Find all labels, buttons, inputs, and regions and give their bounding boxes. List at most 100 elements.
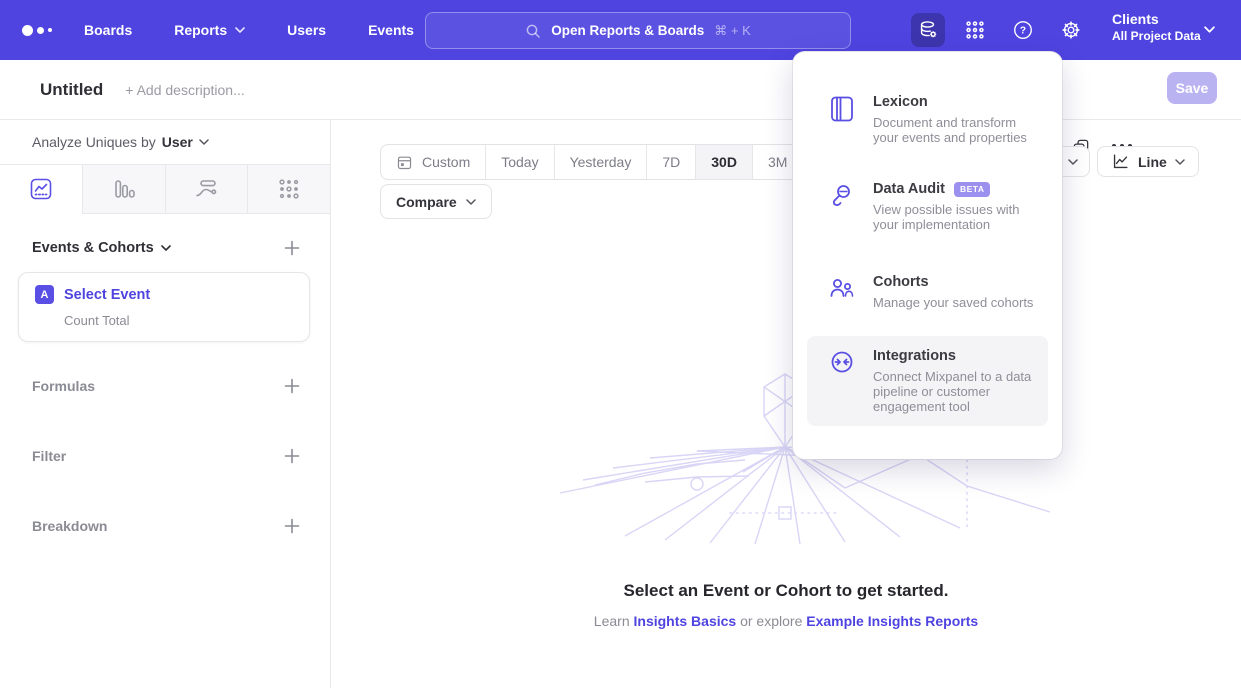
menu-item-lexicon[interactable]: Lexicon Document and transform your even… — [807, 82, 1048, 157]
chevron-down-icon — [466, 199, 476, 205]
plus-icon — [284, 518, 300, 534]
integrations-description: Connect Mixpanel to a data pipeline or c… — [873, 369, 1034, 414]
range-7d[interactable]: 7D — [646, 145, 695, 179]
data-audit-icon — [829, 182, 855, 208]
top-nav: Boards Reports Users Events Open Reports… — [0, 0, 1241, 60]
nav-item-boards[interactable]: Boards — [84, 22, 132, 38]
nav-item-reports-label: Reports — [174, 22, 227, 38]
lexicon-description: Document and transform your events and p… — [873, 115, 1034, 145]
formulas-label: Formulas — [32, 378, 95, 394]
flow-chart-icon — [194, 177, 218, 201]
formulas-section: Formulas — [0, 378, 330, 394]
cohorts-title: Cohorts — [873, 274, 929, 290]
chevron-down-icon — [235, 27, 245, 33]
data-management-menu: Lexicon Document and transform your even… — [793, 52, 1062, 459]
search-placeholder: Open Reports & Boards — [551, 23, 704, 38]
analyze-value: User — [162, 134, 193, 150]
events-cohorts-title: Events & Cohorts — [32, 240, 154, 256]
nav-items: Boards Reports Users Events — [84, 22, 414, 38]
insights-basics-link[interactable]: Insights Basics — [634, 613, 737, 629]
event-card[interactable]: A Select Event Count Total — [18, 272, 310, 342]
cohorts-people-icon — [829, 275, 855, 301]
integrations-sync-icon — [829, 349, 855, 375]
learn-prefix: Learn — [594, 613, 630, 629]
compare-dropdown[interactable]: Compare — [380, 184, 492, 219]
menu-item-integrations[interactable]: Integrations Connect Mixpanel to a data … — [807, 336, 1048, 426]
chevron-down-icon — [1204, 26, 1215, 33]
beta-badge: BETA — [954, 182, 991, 197]
line-chart-icon — [1111, 152, 1130, 171]
empty-state-links: Learn Insights Basics or explore Example… — [331, 613, 1241, 629]
mixpanel-logo-icon[interactable] — [22, 25, 62, 36]
range-today[interactable]: Today — [485, 145, 553, 179]
save-button[interactable]: Save — [1167, 72, 1217, 104]
tab-metrics-grid[interactable] — [247, 165, 330, 213]
add-breakdown-button[interactable] — [284, 518, 300, 534]
compare-label: Compare — [396, 194, 457, 210]
plus-icon — [284, 378, 300, 394]
help-icon: ? — [1012, 19, 1034, 41]
add-formula-button[interactable] — [284, 378, 300, 394]
plus-icon — [284, 448, 300, 464]
integrations-title: Integrations — [873, 348, 956, 364]
range-30d[interactable]: 30D — [695, 145, 752, 179]
report-title[interactable]: Untitled — [40, 80, 103, 100]
data-management-button[interactable] — [911, 13, 945, 47]
nav-item-users[interactable]: Users — [287, 22, 326, 38]
settings-button[interactable] — [1054, 13, 1088, 47]
search-shortcut: ⌘ + K — [714, 23, 751, 39]
bar-chart-icon — [112, 177, 136, 201]
tab-line-chart[interactable] — [0, 165, 82, 213]
chart-type-label: Line — [1138, 154, 1167, 170]
event-aggregation-selector[interactable]: Count Total — [64, 313, 293, 328]
menu-item-cohorts[interactable]: Cohorts Manage your saved cohorts — [807, 262, 1048, 322]
tab-bar-chart[interactable] — [82, 165, 165, 213]
chevron-down-icon — [1175, 159, 1185, 165]
add-filter-button[interactable] — [284, 448, 300, 464]
add-event-button[interactable] — [284, 240, 300, 256]
data-audit-title: Data Audit — [873, 181, 945, 197]
data-audit-description: View possible issues with your implement… — [873, 202, 1034, 232]
date-range-control: Custom Today Yesterday 7D 30D 3M 6M — [380, 144, 854, 180]
events-cohorts-toggle[interactable]: Events & Cohorts — [32, 240, 171, 256]
events-cohorts-header: Events & Cohorts — [0, 240, 330, 256]
dots-grid-icon — [277, 177, 301, 201]
lexicon-book-icon — [829, 95, 855, 123]
chart-type-dropdown[interactable]: Line — [1097, 146, 1199, 177]
range-yesterday[interactable]: Yesterday — [554, 145, 647, 179]
select-event-button[interactable]: Select Event — [64, 287, 150, 303]
apps-grid-button[interactable] — [958, 13, 992, 47]
cohorts-description: Manage your saved cohorts — [873, 295, 1033, 310]
report-description-field[interactable]: + Add description... — [125, 82, 244, 98]
example-insights-reports-link[interactable]: Example Insights Reports — [806, 613, 978, 629]
analyze-value-dropdown[interactable]: User — [162, 134, 209, 150]
breakdown-label: Breakdown — [32, 518, 107, 534]
nav-item-events[interactable]: Events — [368, 22, 414, 38]
tab-flow-chart[interactable] — [165, 165, 248, 213]
help-button[interactable]: ? — [1006, 13, 1040, 47]
search-icon — [525, 23, 541, 39]
gear-icon — [1060, 19, 1082, 41]
line-chart-icon — [29, 177, 53, 201]
database-gear-icon — [917, 19, 939, 41]
svg-text:?: ? — [1020, 26, 1026, 37]
project-name: Clients — [1112, 11, 1201, 27]
plus-icon — [284, 240, 300, 256]
breakdown-section: Breakdown — [0, 518, 330, 534]
chart-type-tabs — [0, 164, 330, 214]
project-selector[interactable]: Clients All Project Data — [1112, 11, 1201, 43]
chevron-down-icon — [1068, 159, 1078, 165]
range-custom[interactable]: Custom — [381, 145, 485, 179]
menu-item-data-audit[interactable]: Data Audit BETA View possible issues wit… — [807, 169, 1048, 244]
analyze-label: Analyze Uniques by — [32, 134, 156, 150]
event-badge: A — [35, 285, 54, 304]
project-scope: All Project Data — [1112, 29, 1201, 43]
search-input[interactable]: Open Reports & Boards ⌘ + K — [425, 12, 851, 49]
lexicon-title: Lexicon — [873, 94, 928, 110]
nav-item-reports[interactable]: Reports — [174, 22, 245, 38]
empty-state-heading: Select an Event or Cohort to get started… — [331, 581, 1241, 601]
calendar-icon — [396, 154, 413, 171]
or-explore-text: or explore — [740, 613, 802, 629]
apps-grid-icon — [964, 19, 986, 41]
filter-label: Filter — [32, 448, 66, 464]
